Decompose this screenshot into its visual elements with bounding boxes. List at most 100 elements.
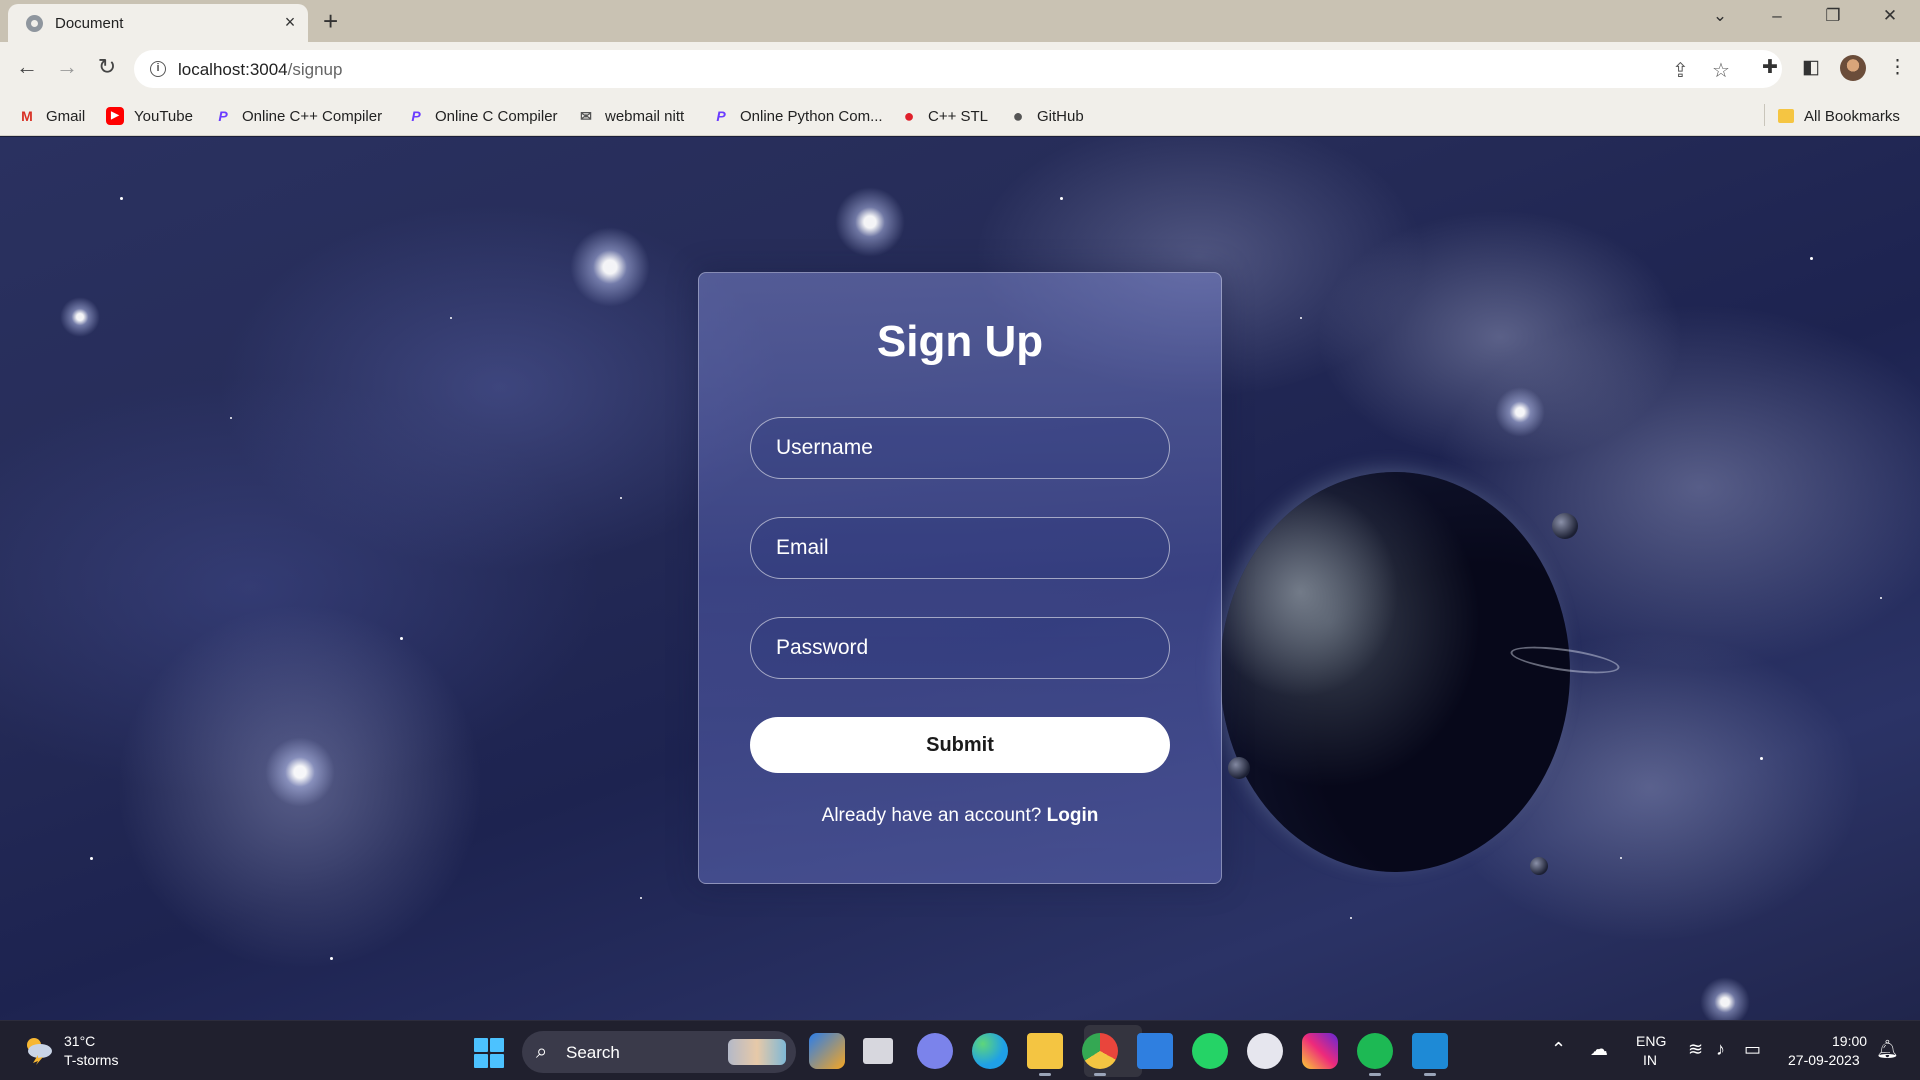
bookmark-cpp-stl[interactable]: ● C++ STL <box>900 104 988 128</box>
clock-time[interactable]: 19:00 <box>1832 1033 1867 1049</box>
instagram-icon[interactable] <box>1302 1033 1338 1069</box>
all-bookmarks-label: All Bookmarks <box>1804 107 1900 125</box>
forward-arrow-icon[interactable]: → <box>52 54 82 80</box>
profile-avatar[interactable] <box>1840 55 1866 81</box>
taskbar-search[interactable]: ⌕ Search <box>522 1031 796 1073</box>
bookmark-label: Online C++ Compiler <box>242 107 383 125</box>
webmail-icon: ✉ <box>580 108 592 124</box>
all-bookmarks-folder[interactable]: All Bookmarks <box>1778 104 1900 128</box>
battery-icon[interactable]: ▭ <box>1744 1039 1761 1060</box>
new-tab-button[interactable]: + <box>323 6 338 37</box>
url-text[interactable]: localhost:3004/signup <box>178 60 342 80</box>
bookmark-label: webmail nitt <box>605 107 685 125</box>
bookmark-gmail[interactable]: M Gmail <box>18 104 85 128</box>
bright-star <box>1495 387 1545 437</box>
storm-cloud-icon[interactable] <box>22 1035 54 1065</box>
onedrive-cloud-icon[interactable]: ☁ <box>1590 1039 1608 1060</box>
bookmark-online-cpp-compiler[interactable]: P Online C++ Compiler <box>214 104 382 128</box>
page-viewport: Sign Up Submit Already have an account? … <box>0 137 1920 1020</box>
star <box>1760 757 1763 760</box>
bookmark-youtube[interactable]: ▶ YouTube <box>106 104 193 128</box>
language-indicator[interactable]: ENG <box>1636 1033 1666 1049</box>
tab-close-icon[interactable]: × <box>280 12 300 33</box>
login-prompt: Already have an account? Login <box>699 805 1221 827</box>
show-hidden-icons-chevron-icon[interactable]: ⌃ <box>1551 1039 1566 1060</box>
star <box>1810 257 1813 260</box>
github-icon: ● <box>1012 106 1024 126</box>
bookmark-star-icon[interactable]: ☆ <box>1712 58 1730 83</box>
tab-search-dropdown-icon[interactable]: ⌄ <box>1700 6 1740 26</box>
bright-star <box>835 187 905 257</box>
search-highlight-image <box>728 1039 786 1065</box>
messenger-icon[interactable] <box>1247 1033 1283 1069</box>
weather-description[interactable]: T-storms <box>64 1052 118 1068</box>
mail-icon[interactable] <box>1137 1033 1173 1069</box>
side-panel-icon[interactable]: ◧ <box>1802 56 1820 79</box>
address-bar[interactable]: i localhost:3004/signup ⇪ ☆ <box>134 50 1782 88</box>
minimize-button[interactable]: – <box>1757 6 1797 26</box>
wifi-icon[interactable]: ≋ <box>1688 1039 1703 1060</box>
chrome-icon[interactable] <box>1082 1033 1118 1076</box>
bright-star <box>60 297 100 337</box>
submit-button[interactable]: Submit <box>750 717 1170 773</box>
vscode-icon[interactable] <box>1412 1033 1448 1076</box>
close-window-button[interactable]: ✕ <box>1870 6 1910 26</box>
region-indicator[interactable]: IN <box>1643 1052 1657 1068</box>
whatsapp-icon[interactable] <box>1192 1033 1228 1069</box>
clock-date[interactable]: 27-09-2023 <box>1788 1052 1860 1068</box>
password-field[interactable] <box>750 617 1170 679</box>
programiz-icon: P <box>716 108 726 124</box>
bookmark-github[interactable]: ● GitHub <box>1009 104 1084 128</box>
login-prompt-text: Already have an account? <box>821 805 1042 826</box>
extensions-puzzle-icon[interactable]: ✚ <box>1762 56 1778 79</box>
bright-star <box>1700 977 1750 1020</box>
bookmark-online-c-compiler[interactable]: P Online C Compiler <box>407 104 558 128</box>
youtube-icon: ▶ <box>106 107 124 125</box>
url-host: localhost:3004 <box>178 60 288 79</box>
email-field[interactable] <box>750 517 1170 579</box>
star <box>1620 857 1622 859</box>
star <box>1880 597 1882 599</box>
restore-button[interactable]: ❐ <box>1813 6 1853 26</box>
star <box>640 897 642 899</box>
bookmarks-separator <box>1764 104 1765 126</box>
menu-kebab-icon[interactable]: ⋮ <box>1888 56 1907 79</box>
bookmark-webmail-nitt[interactable]: ✉ webmail nitt <box>577 104 684 128</box>
teams-chat-icon[interactable] <box>917 1033 953 1069</box>
page-title: Sign Up <box>876 317 1044 366</box>
bright-star <box>570 227 650 307</box>
file-explorer-icon[interactable] <box>1027 1033 1063 1076</box>
programiz-icon: P <box>218 108 228 124</box>
moon-illustration <box>1228 757 1250 779</box>
volume-icon[interactable]: ♪ <box>1716 1039 1725 1060</box>
star <box>1060 197 1063 200</box>
star <box>400 637 403 640</box>
notification-bell-icon[interactable]: 🔔︎ <box>1876 1039 1899 1060</box>
reload-icon[interactable]: ↻ <box>92 54 122 80</box>
weather-temperature[interactable]: 31°C <box>64 1033 95 1049</box>
login-link[interactable]: Login <box>1047 805 1099 826</box>
username-field[interactable] <box>750 417 1170 479</box>
spotify-icon[interactable] <box>1357 1033 1393 1076</box>
star <box>450 317 452 319</box>
programiz-icon: P <box>411 108 421 124</box>
gmail-icon: M <box>21 108 33 124</box>
bookmark-online-python-compiler[interactable]: P Online Python Com... <box>712 104 882 128</box>
planet-illustration <box>1220 472 1570 872</box>
task-view-icon[interactable] <box>863 1038 893 1064</box>
site-info-icon[interactable]: i <box>150 61 166 77</box>
windows-start-icon[interactable] <box>474 1038 504 1068</box>
star <box>230 417 232 419</box>
back-arrow-icon[interactable]: ← <box>12 54 42 80</box>
moon-illustration <box>1552 513 1578 539</box>
star <box>620 497 622 499</box>
share-icon[interactable]: ⇪ <box>1672 58 1689 83</box>
browser-toolbar: ← → ↻ i localhost:3004/signup ⇪ ☆ ✚ ◧ ⋮ <box>0 42 1920 96</box>
copilot-icon[interactable] <box>809 1033 845 1069</box>
edge-icon[interactable] <box>972 1033 1008 1069</box>
bookmark-label: Online C Compiler <box>435 107 558 125</box>
search-label: Search <box>566 1043 620 1062</box>
bookmark-label: YouTube <box>134 107 193 125</box>
browser-tab[interactable]: Document × <box>8 4 308 42</box>
tab-title: Document <box>55 15 124 32</box>
